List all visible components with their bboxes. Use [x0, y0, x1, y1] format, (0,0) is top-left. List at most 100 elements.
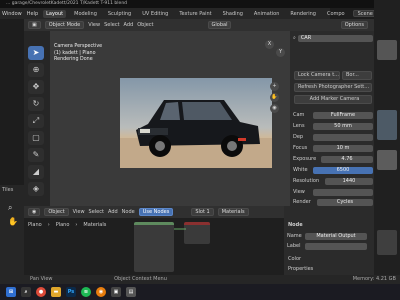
photo-thumbnail	[377, 40, 397, 60]
menu-add[interactable]: Add	[124, 22, 134, 28]
hand-icon[interactable]: ✋	[8, 217, 18, 226]
zoom-icon[interactable]: ⌕	[8, 203, 12, 213]
node-label-field[interactable]	[305, 242, 367, 250]
pan-hand-icon[interactable]: ✋	[270, 93, 279, 102]
top-menu-bar: Window Help Layout Modeling Sculpting UV…	[0, 8, 378, 19]
focus-field[interactable]: 10 m	[313, 144, 373, 152]
measure-tool-icon[interactable]: ◢	[28, 165, 44, 179]
node-breadcrumb: Plano › Plano › Materials	[28, 222, 106, 228]
spotify-icon[interactable]: ≋	[81, 287, 91, 297]
menu-node[interactable]: Node	[122, 209, 135, 215]
chrome-icon[interactable]: ●	[36, 287, 46, 297]
add-marker-camera-button[interactable]: Add Marker Camera	[294, 95, 372, 104]
use-nodes-toggle[interactable]: Use Nodes	[138, 208, 174, 216]
file-explorer-icon[interactable]: ▬	[51, 287, 61, 297]
transform-orientation[interactable]: Global	[207, 21, 232, 29]
tab-layout[interactable]: Layout	[43, 9, 67, 18]
editor-type-button[interactable]: ◉	[28, 208, 41, 216]
slot-selector[interactable]: Slot 1	[191, 208, 214, 216]
menu-object[interactable]: Object	[137, 22, 153, 28]
render-status-label: Rendering Done	[54, 57, 93, 62]
breadcrumb-item: Plano	[28, 222, 42, 228]
gizmo-x-icon[interactable]: X	[265, 40, 274, 49]
tab-compositing[interactable]: Compo	[324, 10, 348, 18]
viewport-header: ▣ Object Mode View Select Add Object Glo…	[24, 19, 374, 31]
sidebar-panel: ⌕ CAR Lock Camera t... Bor... Refresh Ph…	[290, 31, 374, 206]
menu-select[interactable]: Select	[104, 22, 119, 28]
search-icon[interactable]: ⌕	[21, 287, 31, 297]
shader-node[interactable]	[134, 222, 174, 272]
transform-tool-icon[interactable]: ▢	[28, 131, 44, 145]
properties-editor-strip	[374, 0, 400, 280]
camera-view-icon[interactable]: ◉	[270, 104, 279, 113]
node-section-header[interactable]: Node	[288, 222, 303, 228]
material-selector[interactable]: Materials	[217, 208, 249, 216]
memory-usage: Memory: 4.21 GB	[352, 276, 396, 282]
cursor-tool-icon[interactable]: ⊕	[28, 63, 44, 77]
depth-of-field-field[interactable]	[313, 133, 373, 141]
viewport-options[interactable]: Options	[340, 21, 368, 29]
photo-thumbnail	[377, 110, 397, 140]
editor-type-button[interactable]: ▣	[28, 21, 41, 29]
resolution-field[interactable]: 1440	[325, 177, 373, 185]
rotate-tool-icon[interactable]: ↻	[28, 97, 44, 111]
outliner-search-field[interactable]: CAR	[297, 34, 373, 42]
gizmo-y-icon[interactable]: Y	[276, 48, 285, 57]
app-icon[interactable]: ▤	[126, 287, 136, 297]
focus-label: Focus	[293, 145, 308, 151]
camera-perspective-label: Camera Perspective	[54, 44, 103, 49]
blender-icon[interactable]: ◉	[96, 287, 106, 297]
windows-start-icon[interactable]: ⊞	[6, 287, 16, 297]
lower-left-panel: Tiles ⌕ ✋	[0, 185, 24, 275]
tab-shading[interactable]: Shading	[220, 10, 246, 18]
node-name-field[interactable]: Material Output	[305, 232, 367, 240]
properties-section[interactable]: Properties	[288, 266, 313, 272]
resolution-label: Resolution	[293, 178, 320, 184]
node-editor-canvas[interactable]: Plano › Plano › Materials	[24, 218, 284, 275]
tool-shelf: ➤ ⊕ ✥ ↻ ⤢ ▢ ✎ ◢ ◈	[24, 31, 50, 206]
lock-camera-toggle[interactable]: Lock Camera t...	[294, 71, 340, 80]
menu-view[interactable]: View	[88, 22, 100, 28]
color-section[interactable]: Color	[288, 256, 301, 262]
menu-help[interactable]: Help	[27, 11, 38, 17]
breadcrumb-separator: ›	[75, 222, 78, 228]
annotate-tool-icon[interactable]: ✎	[28, 148, 44, 162]
label-label: Label	[287, 243, 301, 249]
exposure-field[interactable]: 4.76	[321, 155, 373, 163]
render-engine-field[interactable]: Cycles	[317, 198, 373, 206]
mode-selector[interactable]: Object Mode	[44, 21, 85, 29]
white-balance-field[interactable]: 6500	[313, 166, 373, 174]
select-box-tool-icon[interactable]: ➤	[28, 46, 44, 60]
menu-window[interactable]: Window	[2, 11, 22, 17]
node-editor-header: ◉ Object View Select Add Node Use Nodes …	[24, 206, 284, 218]
breadcrumb-item: Materials	[83, 222, 107, 228]
tab-rendering[interactable]: Rendering	[287, 10, 319, 18]
menu-add[interactable]: Add	[108, 209, 118, 215]
border-toggle[interactable]: Bor...	[342, 71, 372, 80]
app-icon[interactable]: ▣	[111, 287, 121, 297]
tab-sculpting[interactable]: Sculpting	[105, 10, 134, 18]
node-properties-panel: Node Name Material Output Label Color Pr…	[284, 206, 374, 275]
menu-view[interactable]: View	[73, 209, 85, 215]
move-tool-icon[interactable]: ✥	[28, 80, 44, 94]
tab-modeling[interactable]: Modeling	[71, 10, 100, 18]
lens-field[interactable]: 50 mm	[313, 122, 373, 130]
material-output-node[interactable]	[184, 222, 210, 244]
cam-label: Cam	[293, 112, 305, 118]
menu-select[interactable]: Select	[89, 209, 104, 215]
zoom-icon[interactable]: +	[270, 82, 279, 91]
scale-tool-icon[interactable]: ⤢	[28, 114, 44, 128]
breadcrumb-item: Plano	[55, 222, 70, 228]
window-title: ... garage/ChevroletKadett/2021 T/Kadett…	[0, 0, 400, 8]
rendered-image	[120, 78, 272, 168]
view-field[interactable]	[313, 188, 373, 196]
photoshop-icon[interactable]: Ps	[66, 287, 76, 297]
status-hint-left: Pan View	[30, 276, 53, 282]
tab-animation[interactable]: Animation	[251, 10, 283, 18]
tab-uv-editing[interactable]: UV Editing	[139, 10, 171, 18]
refresh-settings-button[interactable]: Refresh Photographer Sett...	[294, 83, 372, 92]
shader-type-selector[interactable]: Object	[44, 208, 69, 216]
sensor-type-field[interactable]: FullFrame	[313, 111, 373, 119]
tab-texture-paint[interactable]: Texture Paint	[176, 10, 214, 18]
add-cube-tool-icon[interactable]: ◈	[28, 182, 44, 196]
